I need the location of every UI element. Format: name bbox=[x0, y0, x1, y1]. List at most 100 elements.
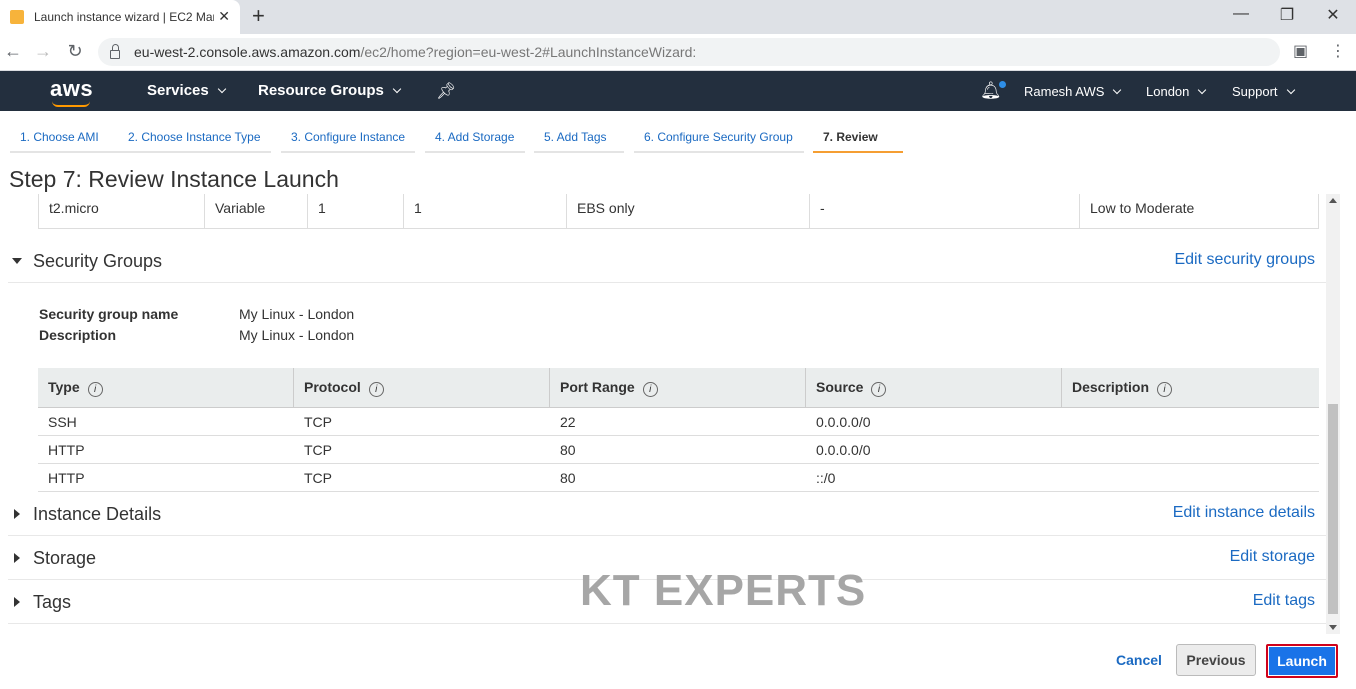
storage-title: Storage bbox=[33, 548, 97, 568]
scroll-up-icon[interactable] bbox=[1329, 198, 1337, 203]
wizard-footer: Cancel Previous Launch bbox=[0, 634, 1356, 689]
scrollbar-thumb[interactable] bbox=[1328, 404, 1338, 614]
instance-storage-cell: EBS only bbox=[567, 194, 810, 228]
chevron-down-icon bbox=[1198, 85, 1207, 95]
edit-instance-details-link[interactable]: Edit instance details bbox=[1173, 504, 1315, 522]
info-icon[interactable]: i bbox=[368, 382, 384, 397]
browser-tab[interactable]: Launch instance wizard | EC2 Management … bbox=[0, 0, 240, 34]
caret-down-icon bbox=[12, 258, 22, 264]
tags-title: Tags bbox=[33, 592, 72, 612]
instance-details-header[interactable]: Instance Details Edit instance details bbox=[8, 492, 1326, 536]
rule-port-range: 22 bbox=[560, 414, 576, 430]
maximize-icon[interactable]: ❐ bbox=[1272, 5, 1302, 25]
security-groups-header[interactable]: Security Groups Edit security groups bbox=[8, 239, 1326, 283]
rule-description bbox=[1062, 464, 1318, 491]
aws-logo[interactable]: aws bbox=[50, 76, 93, 107]
security-group-description-value: My Linux - London bbox=[239, 327, 355, 343]
rule-protocol: TCP bbox=[304, 414, 332, 430]
chevron-down-icon bbox=[1113, 85, 1122, 95]
security-group-name-label: Security group name bbox=[39, 306, 179, 322]
rule-source: ::/0 bbox=[816, 470, 836, 486]
services-menu[interactable]: Services bbox=[147, 82, 226, 99]
rule-port-range: 80 bbox=[560, 442, 576, 458]
instance-type-row: t2.micro Variable 1 1 EBS only - Low to … bbox=[38, 194, 1319, 229]
rule-protocol: TCP bbox=[304, 442, 332, 458]
caret-right-icon bbox=[14, 597, 20, 607]
table-row: SSH TCP 22 0.0.0.0/0 bbox=[38, 408, 1319, 436]
rule-protocol: TCP bbox=[304, 470, 332, 486]
caret-right-icon bbox=[14, 509, 20, 519]
minimize-icon[interactable]: — bbox=[1226, 5, 1256, 23]
launch-button[interactable]: Launch bbox=[1266, 644, 1338, 678]
info-icon[interactable]: i bbox=[1157, 382, 1173, 397]
notification-bell-icon[interactable]: 🔔︎ bbox=[980, 81, 1006, 101]
previous-button[interactable]: Previous bbox=[1176, 644, 1256, 676]
pin-icon[interactable]: 📌︎ bbox=[436, 81, 456, 101]
table-row: HTTP TCP 80 0.0.0.0/0 bbox=[38, 436, 1319, 464]
support-menu[interactable]: Support bbox=[1232, 84, 1295, 99]
info-icon[interactable]: i bbox=[642, 382, 658, 397]
vcpus-cell: 1 bbox=[308, 194, 404, 228]
edit-security-groups-link[interactable]: Edit security groups bbox=[1174, 251, 1315, 269]
step-choose-ami[interactable]: 1. Choose AMI bbox=[10, 127, 118, 153]
aws-favicon-icon bbox=[10, 10, 24, 24]
aws-header: aws Services Resource Groups 📌︎ 🔔︎ Rames… bbox=[0, 71, 1356, 111]
rule-type: HTTP bbox=[48, 470, 85, 486]
resource-groups-menu[interactable]: Resource Groups bbox=[258, 82, 402, 99]
rule-type: SSH bbox=[48, 414, 77, 430]
instance-type-cell: t2.micro bbox=[39, 194, 205, 228]
extension-icon[interactable]: ▣ bbox=[1293, 41, 1308, 61]
column-port-range[interactable]: Port Range i bbox=[550, 368, 806, 408]
column-protocol[interactable]: Protocol i bbox=[294, 368, 550, 408]
rule-description bbox=[1062, 436, 1318, 463]
security-group-rules-table: Type i Protocol i Port Range i Source i Desc… bbox=[38, 368, 1319, 492]
ebs-optimized-cell: - bbox=[810, 194, 1080, 228]
instance-details-title: Instance Details bbox=[33, 504, 162, 524]
column-source[interactable]: Source i bbox=[806, 368, 1062, 408]
edit-tags-link[interactable]: Edit tags bbox=[1253, 592, 1315, 610]
rule-source: 0.0.0.0/0 bbox=[816, 414, 871, 430]
step-configure-instance[interactable]: 3. Configure Instance bbox=[281, 127, 415, 153]
security-group-name-value: My Linux - London bbox=[239, 306, 355, 322]
network-performance-cell: Low to Moderate bbox=[1090, 200, 1195, 216]
scroll-down-icon[interactable] bbox=[1329, 625, 1337, 630]
url-path: /ec2/home?region=eu-west-2#LaunchInstanc… bbox=[360, 44, 697, 60]
rule-type: HTTP bbox=[48, 442, 85, 458]
content-scrollbar[interactable] bbox=[1326, 194, 1340, 634]
info-icon[interactable]: i bbox=[871, 382, 887, 397]
memory-cell: 1 bbox=[404, 194, 567, 228]
table-row: HTTP TCP 80 ::/0 bbox=[38, 464, 1319, 492]
step-choose-instance-type[interactable]: 2. Choose Instance Type bbox=[118, 127, 271, 153]
new-tab-icon[interactable]: + bbox=[252, 4, 265, 28]
column-description[interactable]: Description i bbox=[1062, 368, 1318, 408]
table-header: Type i Protocol i Port Range i Source i Desc… bbox=[38, 368, 1319, 408]
browser-menu-icon[interactable]: ⋮ bbox=[1330, 41, 1346, 61]
step-add-tags[interactable]: 5. Add Tags bbox=[534, 127, 624, 153]
aws-smile-icon bbox=[52, 101, 90, 107]
chevron-down-icon bbox=[392, 84, 402, 94]
cancel-button[interactable]: Cancel bbox=[1108, 648, 1170, 672]
address-bar[interactable]: eu-west-2.console.aws.amazon.com/ec2/hom… bbox=[98, 38, 1280, 66]
forward-arrow-icon[interactable]: → bbox=[32, 41, 54, 62]
tab-close-icon[interactable]: ✕ bbox=[218, 8, 230, 25]
user-menu[interactable]: Ramesh AWS bbox=[1024, 84, 1122, 99]
rule-source: 0.0.0.0/0 bbox=[816, 442, 871, 458]
step-configure-security-group[interactable]: 6. Configure Security Group bbox=[634, 127, 804, 153]
region-menu[interactable]: London bbox=[1146, 84, 1207, 99]
chevron-down-icon bbox=[1286, 85, 1295, 95]
reload-icon[interactable]: ↻ bbox=[64, 41, 86, 62]
column-type[interactable]: Type i bbox=[38, 368, 294, 408]
step-review[interactable]: 7. Review bbox=[813, 127, 903, 153]
caret-right-icon bbox=[14, 553, 20, 563]
ecus-cell: Variable bbox=[205, 194, 308, 228]
window-close-icon[interactable]: ✕ bbox=[1318, 5, 1348, 25]
back-arrow-icon[interactable]: ← bbox=[2, 41, 24, 62]
edit-storage-link[interactable]: Edit storage bbox=[1230, 548, 1315, 566]
step-add-storage[interactable]: 4. Add Storage bbox=[425, 127, 525, 153]
info-icon[interactable]: i bbox=[87, 382, 103, 397]
browser-tabstrip: Launch instance wizard | EC2 Management … bbox=[0, 0, 1356, 34]
security-groups-title: Security Groups bbox=[33, 251, 163, 271]
security-group-description-label: Description bbox=[39, 327, 117, 343]
page-title: Step 7: Review Instance Launch bbox=[9, 166, 339, 192]
lock-icon bbox=[110, 43, 120, 59]
